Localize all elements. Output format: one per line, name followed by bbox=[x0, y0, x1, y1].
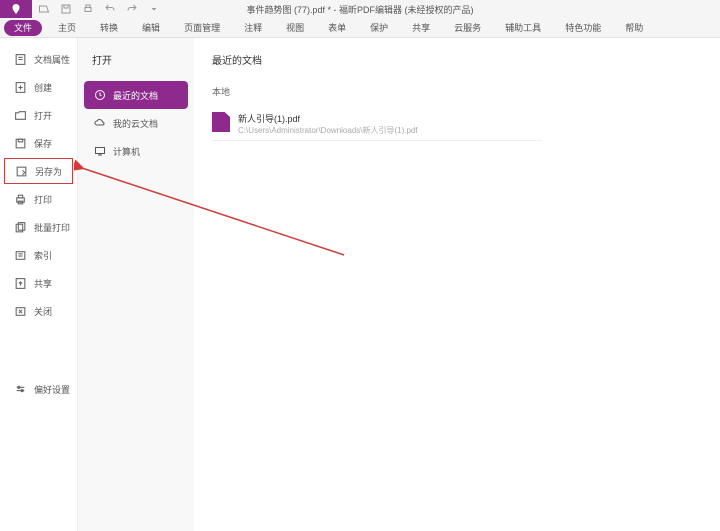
sidebar-item-label: 共享 bbox=[34, 277, 52, 290]
sidebar-item-label: 文档属性 bbox=[34, 53, 70, 66]
sidebar-item-batch-print[interactable]: 批量打印 bbox=[0, 214, 77, 240]
save-icon[interactable] bbox=[60, 3, 72, 15]
save-icon bbox=[14, 137, 27, 150]
workspace: 文档属性 创建 打开 保存 另存为 打印 批量打印 索引 共享 关闭 偏好设置 … bbox=[0, 38, 720, 531]
section-label: 本地 bbox=[212, 85, 702, 98]
sidebar-item-label: 批量打印 bbox=[34, 221, 70, 234]
index-icon bbox=[14, 249, 27, 262]
share-icon bbox=[14, 277, 27, 290]
undo-icon[interactable] bbox=[104, 3, 116, 15]
sidebar-item-print[interactable]: 打印 bbox=[0, 186, 77, 212]
file-info: 新人引导(1).pdf C:\Users\Administrator\Downl… bbox=[238, 112, 418, 136]
sidebar-item-open[interactable]: 打开 bbox=[0, 102, 77, 128]
ribbon-tabs: 文件 主页 转换 编辑 页面管理 注释 视图 表单 保护 共享 云服务 辅助工具… bbox=[0, 18, 720, 38]
file-name: 新人引导(1).pdf bbox=[238, 112, 418, 125]
close-icon bbox=[14, 305, 27, 318]
sub-item-label: 最近的文档 bbox=[113, 89, 158, 102]
sidebar-item-label: 保存 bbox=[34, 137, 52, 150]
tab-convert[interactable]: 转换 bbox=[88, 18, 130, 38]
redo-icon[interactable] bbox=[126, 3, 138, 15]
cloud-icon bbox=[94, 117, 106, 129]
tab-pages[interactable]: 页面管理 bbox=[172, 18, 232, 38]
sidebar-item-properties[interactable]: 文档属性 bbox=[0, 46, 77, 72]
tab-cloud[interactable]: 云服务 bbox=[442, 18, 493, 38]
sidebar-item-label: 索引 bbox=[34, 249, 52, 262]
document-title: 事件趋势图 (77).pdf * - 福昕PDF编辑器 (未经授权的产品) bbox=[246, 3, 473, 16]
sub-item-label: 我的云文档 bbox=[113, 117, 158, 130]
tab-home[interactable]: 主页 bbox=[46, 18, 88, 38]
file-path: C:\Users\Administrator\Downloads\新人引导(1)… bbox=[238, 125, 418, 136]
tab-comment[interactable]: 注释 bbox=[232, 18, 274, 38]
file-menu-sidebar: 文档属性 创建 打开 保存 另存为 打印 批量打印 索引 共享 关闭 偏好设置 bbox=[0, 38, 78, 531]
sidebar-item-share[interactable]: 共享 bbox=[0, 270, 77, 296]
sidebar-item-label: 另存为 bbox=[35, 165, 62, 178]
recent-file-row[interactable]: 新人引导(1).pdf C:\Users\Administrator\Downl… bbox=[212, 108, 542, 141]
sub-item-recent[interactable]: 最近的文档 bbox=[84, 81, 188, 109]
tab-view[interactable]: 视图 bbox=[274, 18, 316, 38]
open-subpanel: 打开 最近的文档 我的云文档 计算机 bbox=[78, 38, 194, 531]
titlebar: 事件趋势图 (77).pdf * - 福昕PDF编辑器 (未经授权的产品) bbox=[0, 0, 720, 18]
sub-item-cloud[interactable]: 我的云文档 bbox=[78, 109, 194, 137]
batch-print-icon bbox=[14, 221, 27, 234]
sidebar-item-preferences[interactable]: 偏好设置 bbox=[0, 376, 77, 402]
properties-icon bbox=[14, 53, 27, 66]
tab-accessibility[interactable]: 辅助工具 bbox=[493, 18, 553, 38]
app-logo bbox=[0, 0, 32, 18]
tab-protect[interactable]: 保护 bbox=[358, 18, 400, 38]
computer-icon bbox=[94, 145, 106, 157]
tab-edit[interactable]: 编辑 bbox=[130, 18, 172, 38]
sidebar-item-label: 打开 bbox=[34, 109, 52, 122]
sidebar-item-label: 打印 bbox=[34, 193, 52, 206]
sub-item-label: 计算机 bbox=[113, 145, 140, 158]
clock-icon bbox=[94, 89, 106, 101]
tab-file[interactable]: 文件 bbox=[4, 20, 42, 36]
sidebar-item-label: 关闭 bbox=[34, 305, 52, 318]
save-as-icon bbox=[15, 165, 28, 178]
print-icon[interactable] bbox=[82, 3, 94, 15]
print-icon bbox=[14, 193, 27, 206]
sidebar-item-label: 偏好设置 bbox=[34, 383, 70, 396]
open-icon[interactable] bbox=[38, 3, 50, 15]
subpanel-title: 打开 bbox=[78, 52, 194, 67]
pdf-file-icon bbox=[212, 112, 230, 132]
sidebar-item-save-as[interactable]: 另存为 bbox=[4, 158, 73, 184]
sidebar-item-save[interactable]: 保存 bbox=[0, 130, 77, 156]
sidebar-item-label: 创建 bbox=[34, 81, 52, 94]
create-icon bbox=[14, 81, 27, 94]
tab-help[interactable]: 帮助 bbox=[613, 18, 655, 38]
tab-features[interactable]: 特色功能 bbox=[553, 18, 613, 38]
content-title: 最近的文档 bbox=[212, 52, 702, 67]
tab-form[interactable]: 表单 bbox=[316, 18, 358, 38]
preferences-icon bbox=[14, 383, 27, 396]
tab-share[interactable]: 共享 bbox=[400, 18, 442, 38]
sidebar-item-index[interactable]: 索引 bbox=[0, 242, 77, 268]
sub-item-computer[interactable]: 计算机 bbox=[78, 137, 194, 165]
dropdown-icon[interactable] bbox=[148, 3, 160, 15]
sidebar-item-create[interactable]: 创建 bbox=[0, 74, 77, 100]
quick-access-toolbar bbox=[38, 3, 160, 15]
content-area: 最近的文档 本地 新人引导(1).pdf C:\Users\Administra… bbox=[194, 38, 720, 531]
sidebar-item-close[interactable]: 关闭 bbox=[0, 298, 77, 324]
open-icon bbox=[14, 109, 27, 122]
